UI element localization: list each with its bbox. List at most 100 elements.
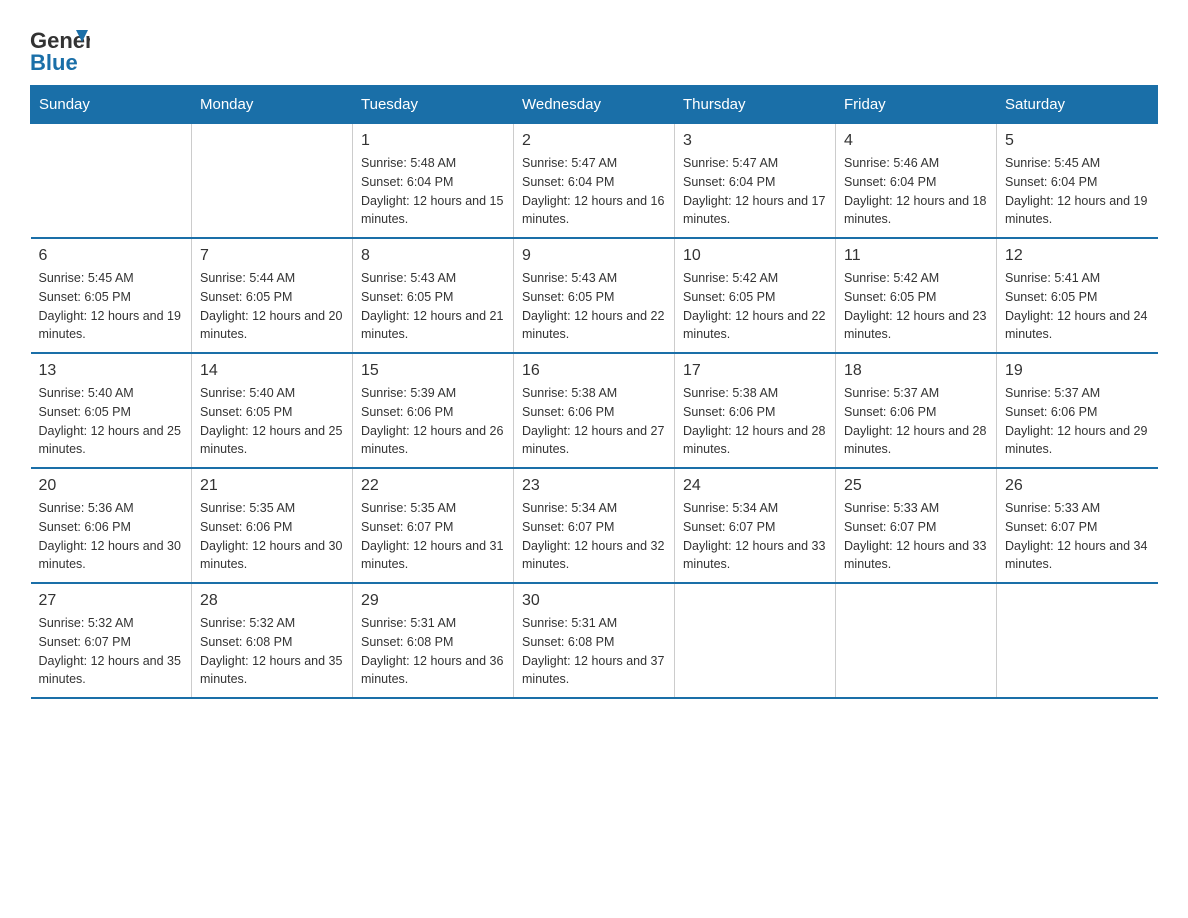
daylight-text: Daylight: 12 hours and 23 minutes. (844, 307, 988, 345)
sunset-text: Sunset: 6:08 PM (361, 633, 505, 652)
day-cell: 12Sunrise: 5:41 AMSunset: 6:05 PMDayligh… (997, 238, 1158, 353)
sunrise-text: Sunrise: 5:37 AM (1005, 384, 1150, 403)
day-cell: 19 Sunrise: 5:37 AMSunset: 6:06 PMDayligh… (997, 353, 1158, 468)
day-cell: 30 Sunrise: 5:31 AMSunset: 6:08 PMDayligh… (514, 583, 675, 698)
day-info: Sunrise: 5:33 AMSunset: 6:07 PMDaylight:… (1005, 499, 1150, 574)
sunrise-text: Sunrise: 5:40 AM (200, 384, 344, 403)
day-cell: 21Sunrise: 5:35 AMSunset: 6:06 PMDayligh… (192, 468, 353, 583)
sunset-text: Sunset: 6:05 PM (200, 403, 344, 422)
day-info: Sunrise: 5:43 AMSunset: 6:05 PMDaylight:… (522, 269, 666, 344)
day-number: 7 (200, 247, 344, 265)
sunrise-text: Sunrise: 5:31 AM (522, 614, 666, 633)
day-number: 30 (522, 592, 666, 610)
sunset-text: Sunset: 6:06 PM (39, 518, 184, 537)
day-info: Sunrise: 5:45 AMSunset: 6:05 PMDaylight:… (39, 269, 184, 344)
daylight-text: Daylight: 12 hours and 17 minutes. (683, 192, 827, 230)
day-cell (192, 124, 353, 239)
day-info: Sunrise: 5:35 AMSunset: 6:07 PMDaylight:… (361, 499, 505, 574)
day-cell: 16 Sunrise: 5:38 AMSunset: 6:06 PMDayligh… (514, 353, 675, 468)
day-number: 25 (844, 477, 988, 495)
sunset-text: Sunset: 6:04 PM (1005, 173, 1150, 192)
sunrise-text: Sunrise: 5:43 AM (361, 269, 505, 288)
day-number: 27 (39, 592, 184, 610)
day-number: 20 (39, 477, 184, 495)
header-friday: Friday (836, 86, 997, 124)
daylight-text: Daylight: 12 hours and 24 minutes. (1005, 307, 1150, 345)
sunset-text: Sunset: 6:05 PM (683, 288, 827, 307)
sunrise-text: Sunrise: 5:36 AM (39, 499, 184, 518)
day-number: 19 (1005, 362, 1150, 380)
sunrise-text: Sunrise: 5:48 AM (361, 154, 505, 173)
page-header: General Blue (30, 20, 1158, 75)
week-row-4: 20Sunrise: 5:36 AMSunset: 6:06 PMDayligh… (31, 468, 1158, 583)
daylight-text: Daylight: 12 hours and 28 minutes. (683, 422, 827, 460)
day-cell (997, 583, 1158, 698)
day-number: 16 (522, 362, 666, 380)
day-info: Sunrise: 5:48 AMSunset: 6:04 PMDaylight:… (361, 154, 505, 229)
day-cell: 24Sunrise: 5:34 AMSunset: 6:07 PMDayligh… (675, 468, 836, 583)
day-info: Sunrise: 5:31 AMSunset: 6:08 PMDaylight:… (522, 614, 666, 689)
day-info: Sunrise: 5:36 AMSunset: 6:06 PMDaylight:… (39, 499, 184, 574)
day-info: Sunrise: 5:34 AMSunset: 6:07 PMDaylight:… (522, 499, 666, 574)
sunrise-text: Sunrise: 5:41 AM (1005, 269, 1150, 288)
sunset-text: Sunset: 6:07 PM (522, 518, 666, 537)
sunset-text: Sunset: 6:07 PM (361, 518, 505, 537)
sunset-text: Sunset: 6:04 PM (361, 173, 505, 192)
day-number: 11 (844, 247, 988, 265)
day-info: Sunrise: 5:39 AMSunset: 6:06 PMDaylight:… (361, 384, 505, 459)
day-cell: 9Sunrise: 5:43 AMSunset: 6:05 PMDaylight… (514, 238, 675, 353)
day-cell: 6 Sunrise: 5:45 AMSunset: 6:05 PMDaylight… (31, 238, 192, 353)
day-number: 2 (522, 132, 666, 150)
day-info: Sunrise: 5:38 AMSunset: 6:06 PMDaylight:… (522, 384, 666, 459)
week-row-1: 1Sunrise: 5:48 AMSunset: 6:04 PMDaylight… (31, 124, 1158, 239)
sunset-text: Sunset: 6:08 PM (200, 633, 344, 652)
daylight-text: Daylight: 12 hours and 20 minutes. (200, 307, 344, 345)
sunset-text: Sunset: 6:07 PM (683, 518, 827, 537)
sunrise-text: Sunrise: 5:47 AM (522, 154, 666, 173)
sunset-text: Sunset: 6:05 PM (39, 288, 184, 307)
day-cell: 18Sunrise: 5:37 AMSunset: 6:06 PMDayligh… (836, 353, 997, 468)
sunrise-text: Sunrise: 5:38 AM (683, 384, 827, 403)
sunrise-text: Sunrise: 5:42 AM (683, 269, 827, 288)
day-number: 15 (361, 362, 505, 380)
sunrise-text: Sunrise: 5:46 AM (844, 154, 988, 173)
sunrise-text: Sunrise: 5:45 AM (39, 269, 184, 288)
daylight-text: Daylight: 12 hours and 35 minutes. (200, 652, 344, 690)
sunset-text: Sunset: 6:07 PM (39, 633, 184, 652)
sunrise-text: Sunrise: 5:31 AM (361, 614, 505, 633)
day-info: Sunrise: 5:35 AMSunset: 6:06 PMDaylight:… (200, 499, 344, 574)
sunrise-text: Sunrise: 5:32 AM (39, 614, 184, 633)
day-cell: 17Sunrise: 5:38 AMSunset: 6:06 PMDayligh… (675, 353, 836, 468)
sunrise-text: Sunrise: 5:38 AM (522, 384, 666, 403)
daylight-text: Daylight: 12 hours and 37 minutes. (522, 652, 666, 690)
sunset-text: Sunset: 6:08 PM (522, 633, 666, 652)
daylight-text: Daylight: 12 hours and 18 minutes. (844, 192, 988, 230)
sunset-text: Sunset: 6:05 PM (200, 288, 344, 307)
daylight-text: Daylight: 12 hours and 22 minutes. (522, 307, 666, 345)
day-number: 10 (683, 247, 827, 265)
day-number: 18 (844, 362, 988, 380)
daylight-text: Daylight: 12 hours and 16 minutes. (522, 192, 666, 230)
day-info: Sunrise: 5:43 AMSunset: 6:05 PMDaylight:… (361, 269, 505, 344)
day-info: Sunrise: 5:31 AMSunset: 6:08 PMDaylight:… (361, 614, 505, 689)
daylight-text: Daylight: 12 hours and 29 minutes. (1005, 422, 1150, 460)
day-number: 6 (39, 247, 184, 265)
sunrise-text: Sunrise: 5:32 AM (200, 614, 344, 633)
sunset-text: Sunset: 6:05 PM (844, 288, 988, 307)
day-info: Sunrise: 5:44 AMSunset: 6:05 PMDaylight:… (200, 269, 344, 344)
day-cell: 28Sunrise: 5:32 AMSunset: 6:08 PMDayligh… (192, 583, 353, 698)
daylight-text: Daylight: 12 hours and 32 minutes. (522, 537, 666, 575)
day-number: 24 (683, 477, 827, 495)
day-number: 22 (361, 477, 505, 495)
daylight-text: Daylight: 12 hours and 28 minutes. (844, 422, 988, 460)
day-info: Sunrise: 5:37 AMSunset: 6:06 PMDaylight:… (1005, 384, 1150, 459)
day-number: 26 (1005, 477, 1150, 495)
sunset-text: Sunset: 6:06 PM (683, 403, 827, 422)
daylight-text: Daylight: 12 hours and 19 minutes. (1005, 192, 1150, 230)
day-number: 5 (1005, 132, 1150, 150)
sunrise-text: Sunrise: 5:47 AM (683, 154, 827, 173)
sunrise-text: Sunrise: 5:39 AM (361, 384, 505, 403)
day-info: Sunrise: 5:38 AMSunset: 6:06 PMDaylight:… (683, 384, 827, 459)
sunrise-text: Sunrise: 5:40 AM (39, 384, 184, 403)
sunrise-text: Sunrise: 5:34 AM (522, 499, 666, 518)
